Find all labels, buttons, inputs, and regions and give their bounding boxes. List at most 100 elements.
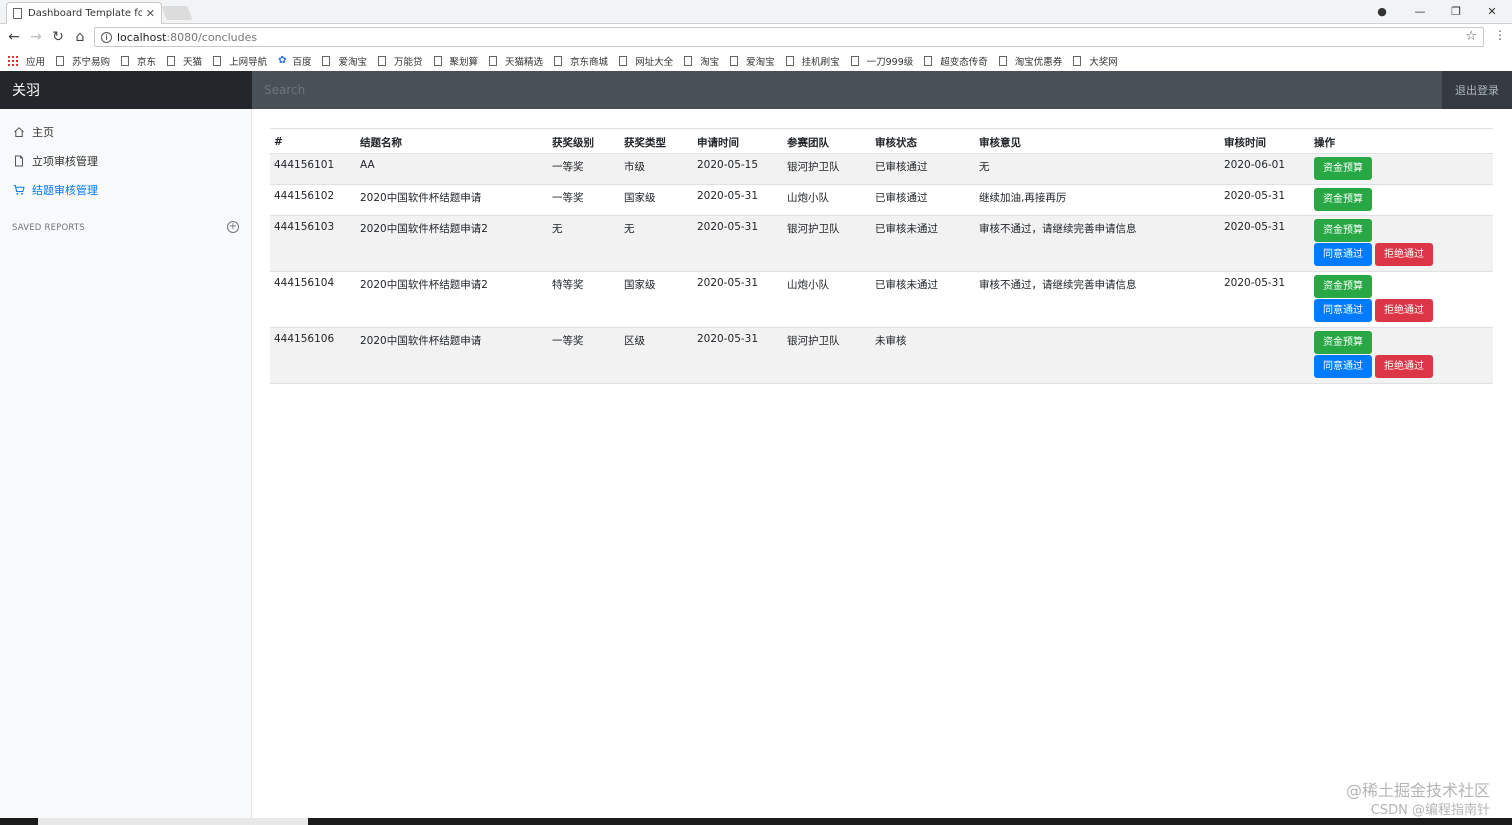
bookmark-item[interactable]: 天猫 [167, 54, 202, 68]
back-icon[interactable]: ← [5, 28, 23, 46]
page-icon [489, 55, 498, 66]
table-row: 444156102 2020中国软件杯结题申请 一等奖 国家级 2020-05-… [270, 184, 1493, 216]
approve-button[interactable]: 同意通过 [1314, 355, 1372, 378]
bookmark-item[interactable]: 爱淘宝 [730, 54, 775, 68]
cell-id: 444156106 [270, 327, 356, 384]
search-input[interactable] [252, 71, 1442, 109]
cell-opinion: 审核不通过，请继续完善申请信息 [975, 271, 1220, 328]
cell-apply-time: 2020-05-15 [693, 153, 783, 185]
bookmark-item[interactable]: 京东商城 [554, 54, 608, 68]
close-window-icon[interactable]: ✕ [1477, 0, 1507, 22]
browser-tab-bar: Dashboard Template fc ✕ ● — ❐ ✕ [0, 0, 1512, 24]
cell-status: 已审核未通过 [871, 271, 975, 328]
col-header: 审核状态 [871, 128, 975, 154]
cell-status: 已审核通过 [871, 184, 975, 216]
bookmark-star-icon[interactable]: ☆ [1465, 29, 1477, 44]
bookmark-item[interactable]: 聚划算 [433, 54, 478, 68]
cell-name: AA [356, 153, 548, 185]
tab-title: Dashboard Template fc [28, 8, 142, 19]
table-row: 444156101 AA 一等奖 市级 2020-05-15 银河护卫队 已审核… [270, 153, 1493, 185]
bookmark-item[interactable]: 一刀999级 [850, 54, 913, 68]
cell-team: 银河护卫队 [783, 215, 871, 272]
page-icon [924, 55, 933, 66]
page-icon [730, 55, 739, 66]
reload-icon[interactable]: ↻ [49, 28, 67, 46]
col-header: 审核意见 [975, 128, 1220, 154]
cell-apply-time: 2020-05-31 [693, 271, 783, 328]
info-icon[interactable]: i [101, 31, 112, 43]
cell-id: 444156101 [270, 153, 356, 185]
bookmark-item[interactable]: 淘宝 [684, 54, 719, 68]
page-icon [619, 55, 628, 66]
bookmark-item[interactable]: ✿ 百度 [278, 54, 311, 68]
sidebar: 主页 立项审核管理 结题审核管理 SAVED REPORTS + [0, 109, 252, 825]
budget-button[interactable]: 资金预算 [1314, 275, 1372, 298]
close-icon[interactable]: ✕ [146, 7, 155, 20]
reject-button[interactable]: 拒绝通过 [1375, 355, 1433, 378]
page-icon [998, 55, 1007, 66]
bookmark-item[interactable]: 超变态传奇 [924, 54, 988, 68]
cell-type: 区级 [620, 327, 693, 384]
sidebar-item-home[interactable]: 主页 [12, 124, 54, 140]
cell-team: 银河护卫队 [783, 153, 871, 185]
cell-status: 未审核 [871, 327, 975, 384]
approve-button[interactable]: 同意通过 [1314, 299, 1372, 322]
browser-tab[interactable]: Dashboard Template fc ✕ [6, 2, 162, 24]
taskbar [0, 818, 1512, 825]
cell-actions: 资金预算 同意通过 拒绝通过 [1310, 327, 1493, 384]
browser-menu-icon[interactable]: ⋮ [1494, 28, 1506, 42]
forward-icon[interactable]: → [27, 28, 45, 46]
bookmark-item[interactable]: 大奖网 [1073, 54, 1118, 68]
cell-type: 市级 [620, 153, 693, 185]
minimize-icon[interactable]: — [1405, 0, 1435, 22]
cell-type: 国家级 [620, 271, 693, 328]
taskbar-window[interactable] [38, 818, 308, 825]
top-navbar: 关羽 退出登录 [0, 71, 1512, 109]
budget-button[interactable]: 资金预算 [1314, 331, 1372, 354]
url-input[interactable]: i localhost:8080/concludes ☆ [94, 27, 1484, 47]
signout-link[interactable]: 退出登录 [1442, 71, 1512, 109]
bookmark-item[interactable]: 挂机刷宝 [785, 54, 840, 68]
approve-button[interactable]: 同意通过 [1314, 243, 1372, 266]
col-header: 操作 [1310, 128, 1493, 154]
main-content: # 结题名称 获奖级别 获奖类型 申请时间 参赛团队 审核状态 审核意见 审核时… [270, 128, 1493, 384]
budget-button[interactable]: 资金预算 [1314, 219, 1372, 242]
new-tab-button[interactable] [161, 6, 193, 20]
bookmark-item[interactable]: 淘宝优惠券 [998, 54, 1062, 68]
budget-button[interactable]: 资金预算 [1314, 188, 1372, 211]
bookmark-item[interactable]: 上网导航 [213, 54, 267, 68]
plus-circle-icon[interactable]: + [227, 221, 239, 233]
concludes-table: # 结题名称 获奖级别 获奖类型 申请时间 参赛团队 审核状态 审核意见 审核时… [270, 128, 1493, 384]
col-header: 申请时间 [693, 128, 783, 154]
cell-id: 444156102 [270, 184, 356, 216]
reject-button[interactable]: 拒绝通过 [1375, 243, 1433, 266]
home-button-icon[interactable]: ⌂ [71, 28, 89, 46]
bookmark-item[interactable]: 京东 [121, 54, 156, 68]
reject-button[interactable]: 拒绝通过 [1375, 299, 1433, 322]
bookmark-item[interactable]: 苏宁易购 [56, 54, 110, 68]
bookmark-item[interactable]: 天猫精选 [489, 54, 543, 68]
table-row: 444156104 2020中国软件杯结题申请2 特等奖 国家级 2020-05… [270, 271, 1493, 328]
page-icon [56, 55, 65, 66]
sidebar-item-conclude-review[interactable]: 结题审核管理 [12, 182, 98, 198]
sidebar-item-project-review[interactable]: 立项审核管理 [12, 153, 98, 169]
watermark-line: @稀土掘金技术社区 [1345, 781, 1490, 800]
cell-actions: 资金预算 [1310, 153, 1493, 185]
apps-grid-icon [8, 55, 18, 66]
cell-review-time [1220, 327, 1310, 384]
bookmark-apps[interactable]: 应用 [8, 54, 45, 68]
col-header: 结题名称 [356, 128, 548, 154]
bookmark-item[interactable]: 万能贷 [378, 54, 423, 68]
restore-icon[interactable]: ❐ [1441, 0, 1471, 22]
brand[interactable]: 关羽 [0, 71, 252, 109]
table-header-row: # 结题名称 获奖级别 获奖类型 申请时间 参赛团队 审核状态 审核意见 审核时… [270, 128, 1493, 154]
cell-actions: 资金预算 同意通过 拒绝通过 [1310, 271, 1493, 328]
profile-icon[interactable]: ● [1367, 0, 1397, 22]
cart-icon [12, 184, 25, 197]
bookmark-item[interactable]: 网址大全 [619, 54, 673, 68]
budget-button[interactable]: 资金预算 [1314, 157, 1372, 180]
bookmark-item[interactable]: 爱淘宝 [322, 54, 367, 68]
cell-review-time: 2020-05-31 [1220, 271, 1310, 328]
cell-status: 已审核通过 [871, 153, 975, 185]
page-icon [554, 55, 563, 66]
